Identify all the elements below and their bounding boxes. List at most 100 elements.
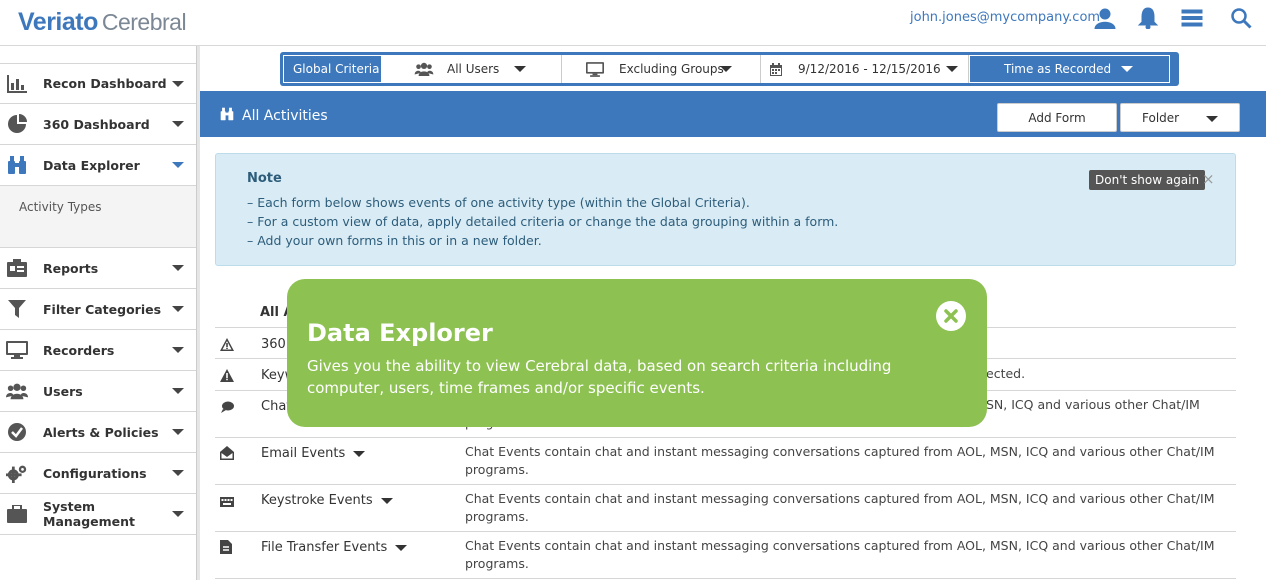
popover-body: Gives you the ability to view Cerebral d…	[307, 357, 892, 397]
chevron-down-icon	[172, 511, 184, 517]
gears-icon	[6, 463, 28, 483]
row-description: ected.	[986, 366, 1026, 381]
chevron-down-icon[interactable]	[353, 450, 366, 457]
chevron-down-icon	[172, 347, 184, 353]
sidebar-item-label: Users	[43, 383, 83, 399]
chevron-down-icon	[172, 121, 184, 127]
calendar-icon	[770, 63, 782, 79]
sidebar-item-label: System Management	[43, 499, 136, 529]
search-icon[interactable]	[1228, 6, 1254, 30]
row-name[interactable]: Email Events	[261, 446, 366, 461]
top-bar: Veriato Cerebral john.jones@mycompany.com	[0, 0, 1266, 46]
chevron-down-icon	[720, 66, 732, 72]
chevron-down-icon	[172, 470, 184, 476]
note-line: – Add your own forms in this or in a new…	[247, 233, 542, 248]
chevron-down-icon	[172, 265, 184, 271]
row-description: Chat Events contain chat and instant mes…	[465, 491, 1215, 524]
sidebar-item-data-explorer[interactable]: Data Explorer	[0, 145, 196, 186]
users-dropdown-value: All Users	[447, 62, 500, 76]
chat-icon	[220, 398, 234, 413]
row-description: Chat Events contain chat and instant mes…	[465, 444, 1215, 477]
chevron-down-icon	[172, 306, 184, 312]
chevron-down-icon[interactable]	[380, 497, 393, 504]
sidebar-item-alerts-policies[interactable]: Alerts & Policies	[0, 412, 196, 453]
folder-dropdown[interactable]: Folder	[1120, 103, 1240, 132]
chevron-down-icon	[172, 388, 184, 394]
table-divider	[215, 437, 1236, 438]
close-icon[interactable]: ×	[1202, 170, 1215, 188]
user-email-link[interactable]: john.jones@mycompany.com	[910, 10, 1100, 25]
users-icon	[6, 381, 28, 401]
row-description: SN, ICQ and various other Chat/IM	[986, 397, 1200, 412]
time-mode-value: Time as Recorded	[1004, 62, 1112, 76]
sidebar-item-users[interactable]: Users	[0, 371, 196, 412]
sidebar-item-recon-dashboard[interactable]: Recon Dashboard	[0, 63, 196, 104]
popover-title: Data Explorer	[307, 319, 493, 347]
chevron-down-icon	[514, 66, 526, 72]
logo[interactable]: Veriato Cerebral	[18, 8, 187, 37]
row-name[interactable]: Keystroke Events	[261, 493, 393, 508]
sidebar-item-360-dashboard[interactable]: 360 Dashboard	[0, 104, 196, 145]
dont-show-again-button[interactable]: Don't show again	[1089, 170, 1206, 190]
main-header: All Activities Add Form Folder	[200, 91, 1266, 137]
sidebar-item-recorders[interactable]: Recorders	[0, 330, 196, 371]
sidebar-item-system-management[interactable]: System Management	[0, 494, 196, 535]
groups-dropdown[interactable]: Excluding Groups	[562, 55, 761, 83]
add-form-label: Add Form	[1028, 110, 1086, 125]
date-range-value: 9/12/2016 - 12/15/2016	[798, 62, 941, 76]
row-name-text: Email Events	[261, 446, 346, 461]
global-criteria-bar: Global Criteria All Users Excluding Grou…	[280, 52, 1179, 86]
sidebar-item-label: 360 Dashboard	[43, 116, 150, 132]
binoculars-icon	[220, 106, 234, 125]
sidebar-item-label: Reports	[43, 260, 99, 276]
menu-icon[interactable]	[1179, 6, 1205, 30]
global-criteria-label: Global Criteria	[283, 55, 382, 83]
chevron-down-icon	[172, 162, 184, 168]
filter-icon	[6, 299, 28, 319]
add-form-button[interactable]: Add Form	[997, 103, 1117, 132]
sidebar-item-label: Configurations	[43, 465, 147, 481]
users-dropdown[interactable]: All Users	[382, 55, 562, 83]
row-description: Chat Events contain chat and instant mes…	[465, 538, 1215, 571]
chevron-down-icon	[1206, 116, 1218, 122]
chevron-down-icon[interactable]	[395, 544, 408, 551]
bell-icon[interactable]	[1135, 6, 1161, 30]
folder-label: Folder	[1142, 110, 1180, 125]
sidebar-item-reports[interactable]: Reports	[0, 248, 196, 289]
monitor-icon	[6, 340, 28, 360]
row-name[interactable]: 360	[261, 337, 286, 352]
table-divider	[215, 484, 1236, 485]
user-icon[interactable]	[1092, 6, 1118, 30]
row-name-text: File Transfer Events	[261, 540, 388, 555]
users-icon	[414, 62, 434, 79]
data-explorer-popover: Data Explorer Gives you the ability to v…	[287, 279, 987, 427]
pie-chart-icon	[6, 114, 28, 134]
sidebar-item-label: Filter Categories	[43, 301, 162, 317]
briefcase-icon	[6, 504, 28, 524]
close-icon[interactable]	[936, 301, 966, 331]
sidebar-item-filter-categories[interactable]: Filter Categories	[0, 289, 196, 330]
reports-icon	[6, 258, 28, 278]
binoculars-icon	[6, 155, 28, 175]
sidebar-item-label: Data Explorer	[43, 157, 140, 173]
table-divider	[215, 531, 1236, 532]
date-range-dropdown[interactable]: 9/12/2016 - 12/15/2016	[761, 55, 969, 83]
envelope-icon	[220, 445, 234, 460]
chevron-down-icon	[172, 80, 184, 87]
note-title: Note	[247, 171, 282, 186]
keyboard-icon	[220, 492, 234, 507]
sidebar-subitem-activity-types[interactable]: Activity Types	[0, 186, 196, 248]
chevron-down-icon	[1121, 66, 1133, 72]
page-title: All Activities	[242, 108, 328, 124]
time-mode-dropdown[interactable]: Time as Recorded	[969, 55, 1170, 83]
note-line: – Each form below shows events of one ac…	[247, 195, 750, 210]
sidebar-item-configurations[interactable]: Configurations	[0, 453, 196, 494]
sidebar: Recon Dashboard 360 Dashboard Data Explo…	[0, 46, 197, 580]
row-name-text: Keystroke Events	[261, 493, 373, 508]
row-name[interactable]: File Transfer Events	[261, 540, 408, 555]
logo-brand: Veriato	[18, 8, 98, 36]
note-panel: Note – Each form below shows events of o…	[215, 153, 1236, 266]
sidebar-item-label: Recorders	[43, 342, 115, 358]
monitor-icon	[586, 62, 604, 80]
table-divider	[215, 578, 1236, 579]
